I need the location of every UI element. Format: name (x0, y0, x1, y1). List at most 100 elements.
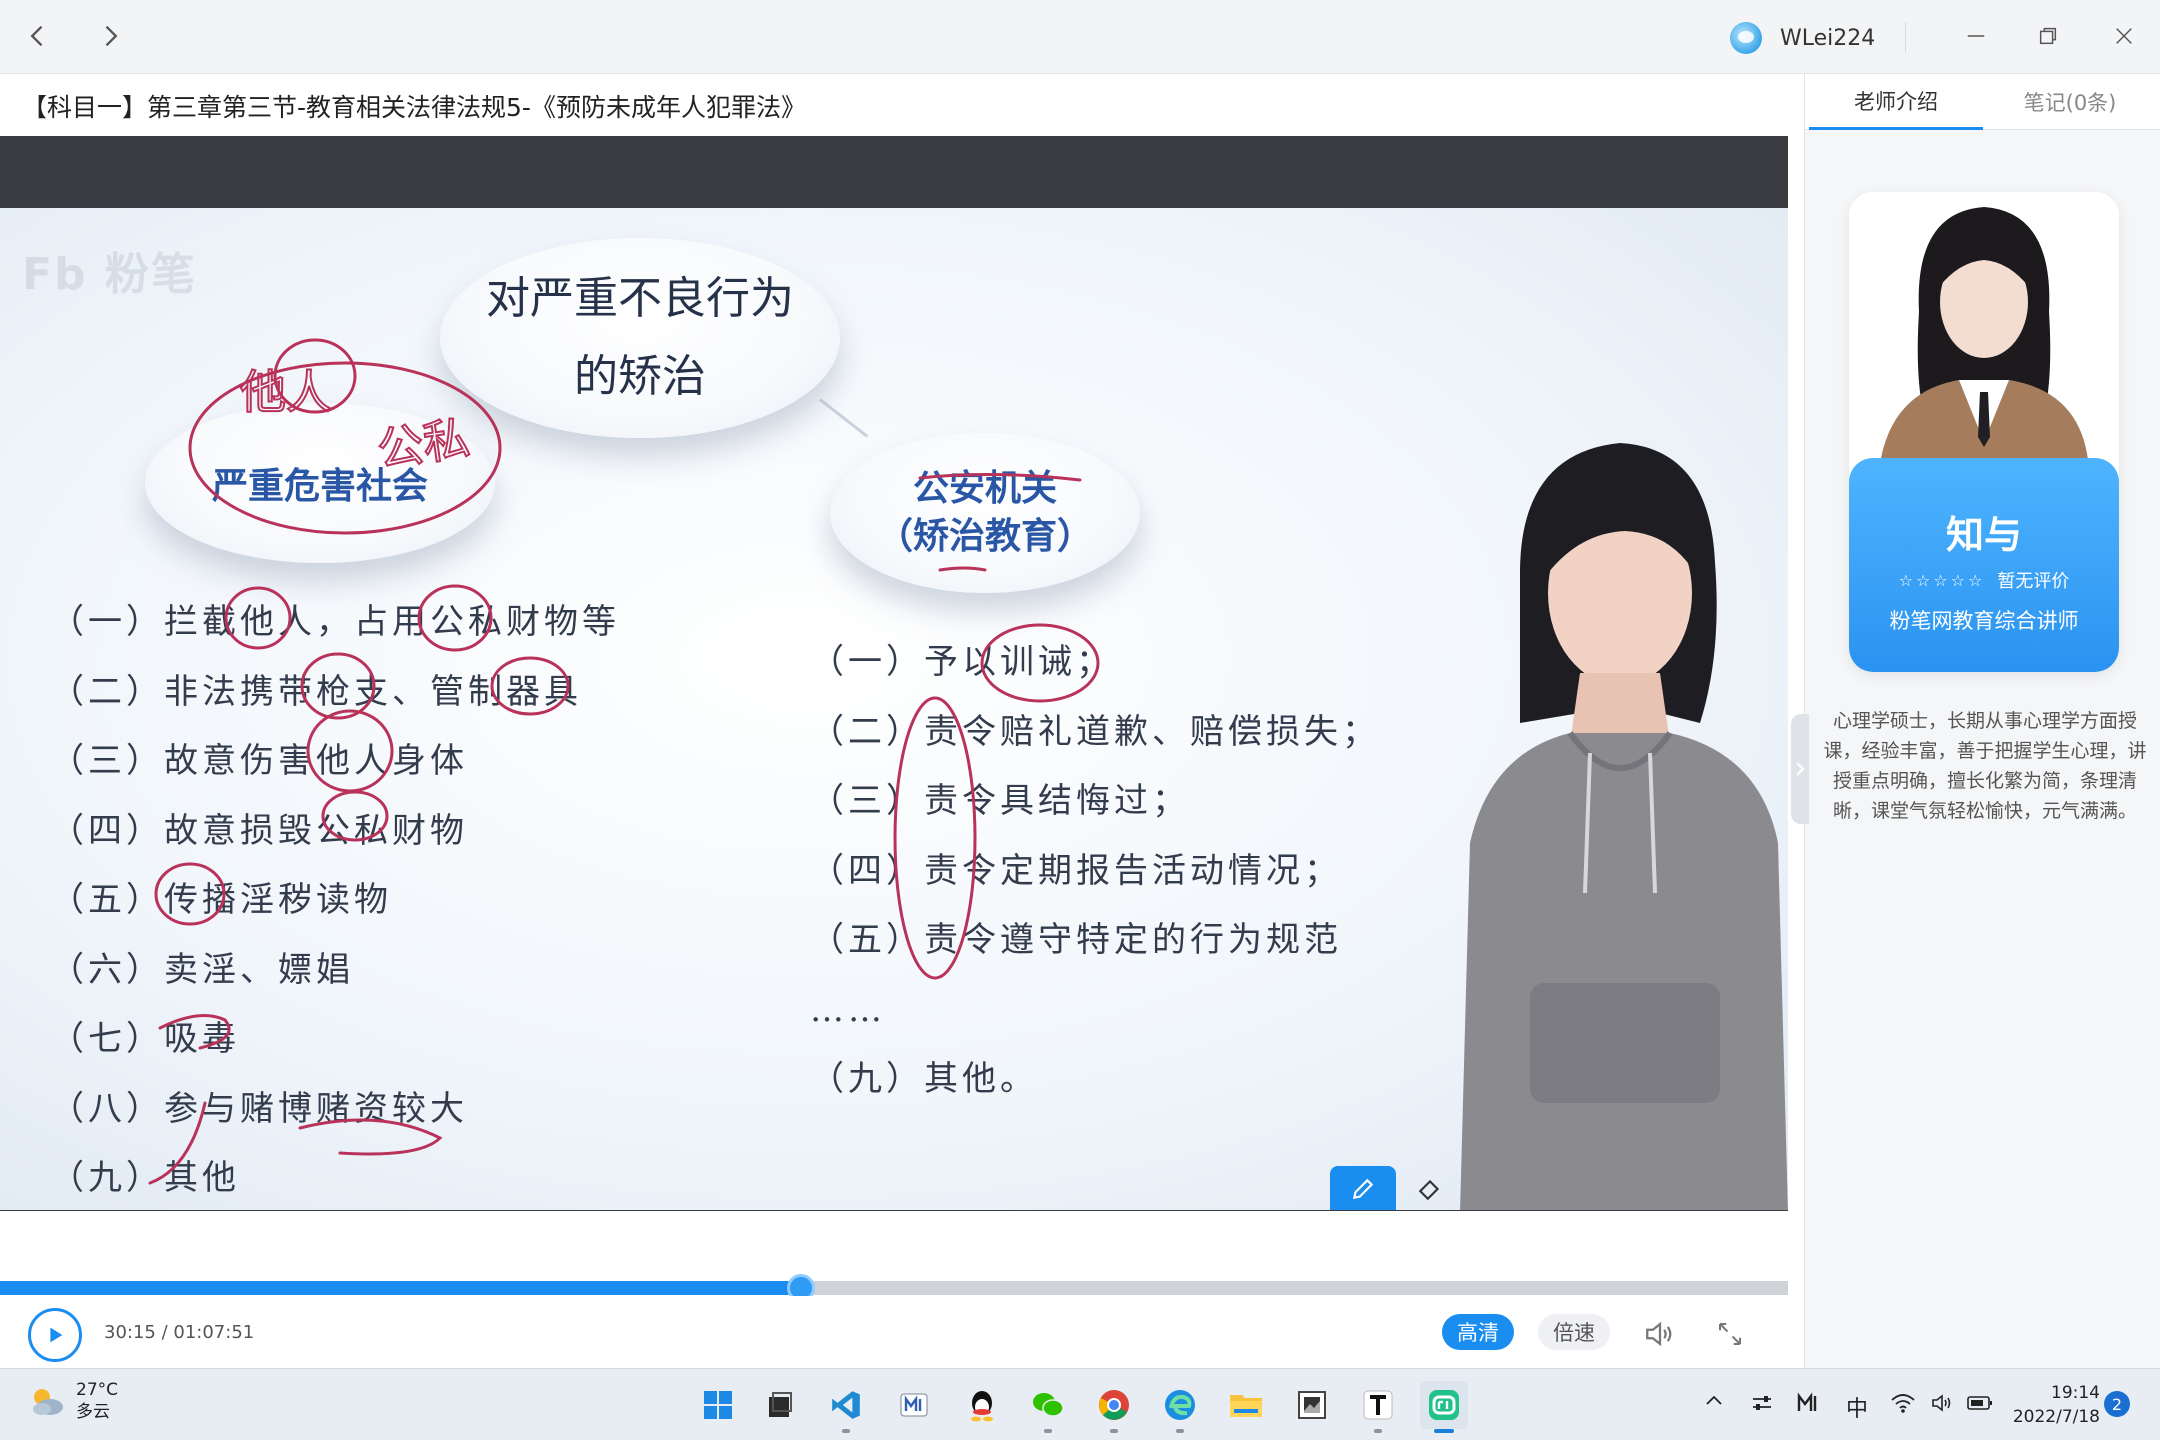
chrome-icon (1099, 1390, 1129, 1420)
minimize-button[interactable] (1954, 16, 1998, 56)
mail-app-icon (900, 1393, 928, 1417)
system-clock[interactable]: 19:14 2022/7/18 (2010, 1381, 2100, 1429)
start-button[interactable] (694, 1381, 742, 1429)
pencil-icon (1352, 1178, 1374, 1200)
annotation-circle (273, 338, 357, 414)
tab-teacher[interactable]: 老师介绍 (1809, 74, 1983, 130)
teacher-card: 知与 ☆☆☆☆☆ 暂无评价 粉笔网教育综合讲师 (1849, 192, 2119, 672)
main-topic-bubble: 对严重不良行为 的矫治 (440, 238, 840, 438)
speed-button[interactable]: 倍速 (1538, 1314, 1610, 1350)
restore-button[interactable] (2026, 16, 2070, 56)
right-topic-line2: （矫治教育） (876, 516, 1093, 557)
windows-icon (704, 1391, 732, 1419)
taskbar-wechat[interactable] (1024, 1381, 1072, 1433)
teacher-info: 知与 ☆☆☆☆☆ 暂无评价 粉笔网教育综合讲师 (1849, 458, 2119, 672)
user-account[interactable]: WLei224 (1730, 18, 1875, 58)
lecture-slide: Fb 粉笔 对严重不良行为 的矫治 严重危害社会 公安机关 （矫治教育） （一）… (0, 208, 1788, 1210)
clock-date: 2022/7/18 (2012, 1407, 2100, 1427)
course-title: 【科目一】第三章第三节-教育相关法律法规5-《预防未成年人犯罪法》 (22, 93, 806, 122)
taskbar-qq[interactable] (958, 1381, 1006, 1429)
edge-icon (1165, 1390, 1195, 1420)
panel-tabs: 老师介绍 笔记(0条) (1805, 74, 2160, 130)
main-topic-line1: 对严重不良行为 (486, 273, 794, 324)
behavior-list: （一）拦截他人，占用公私财物等 （二）非法携带枪支、管制器具 （三）故意伤害他人… (50, 588, 620, 1210)
taskbar-photo-app[interactable] (1288, 1381, 1336, 1429)
list-item: （五）责令遵守特定的行为规范 (810, 920, 1342, 960)
play-icon (50, 1327, 63, 1343)
temperature: 27°C (76, 1380, 119, 1400)
total-time: 01:07:51 (173, 1322, 255, 1343)
tray-app-1[interactable] (1750, 1391, 1774, 1421)
taskbar-file-explorer[interactable] (1222, 1381, 1270, 1429)
taskbar-mail[interactable] (890, 1381, 938, 1429)
running-indicator (1176, 1429, 1184, 1433)
mail-app-icon (1797, 1392, 1817, 1411)
collapse-panel-button[interactable] (1791, 714, 1809, 824)
minimize-icon (1967, 35, 1985, 37)
list-item: （二）责令赔礼道歉、赔偿损失； (810, 711, 1380, 752)
quality-button[interactable]: 高清 (1442, 1314, 1514, 1350)
divider (1905, 22, 1906, 52)
player-controls: 30:15 / 01:07:51 高清 倍速 (0, 1296, 1804, 1368)
teacher-name: 知与 (1945, 513, 2022, 557)
text-editor-icon (1363, 1390, 1393, 1420)
partly-cloudy-icon (33, 1389, 63, 1415)
taskbar-chrome[interactable] (1090, 1381, 1138, 1433)
watermark-logo: Fb 粉笔 (22, 249, 197, 300)
eraser-tool-button[interactable] (1400, 1166, 1460, 1210)
taskbar-vscode[interactable] (822, 1381, 870, 1433)
measure-list: （一）予以训诫； （二）责令赔礼道歉、赔偿损失； （三）责令具结悔过； （四）责… (810, 628, 1380, 1115)
list-item: （二）非法携带枪支、管制器具 (50, 671, 582, 712)
play-button[interactable] (28, 1308, 82, 1362)
vscode-icon (832, 1391, 860, 1419)
list-item: （三）故意伤害他人身体 (50, 741, 468, 781)
taskbar-fenbi[interactable] (1420, 1381, 1468, 1433)
forward-button[interactable] (88, 14, 132, 58)
battery-icon (1967, 1396, 1992, 1410)
video-player[interactable]: Fb 粉笔 对严重不良行为 的矫治 严重危害社会 公安机关 （矫治教育） （一）… (0, 136, 1788, 1211)
tray-mail[interactable] (1796, 1391, 1820, 1421)
pen-tool-button[interactable] (1330, 1166, 1396, 1210)
fenbi-app-icon (1429, 1390, 1459, 1420)
list-item: （五）传播淫秽读物 (50, 880, 392, 920)
weather-widget[interactable]: 27°C 多云 (28, 1379, 118, 1423)
right-topic-line1: 公安机关 (912, 468, 1057, 509)
close-button[interactable] (2102, 16, 2146, 56)
time-display: 30:15 / 01:07:51 (104, 1322, 254, 1343)
taskbar-typora[interactable] (1354, 1381, 1402, 1433)
chevron-left-icon (30, 25, 43, 47)
running-indicator (1044, 1429, 1052, 1433)
teacher-bio: 心理学硕士，长期从事心理学方面授课，经验丰富，善于把握学生心理，讲授重点明确，擅… (1823, 710, 2147, 822)
close-icon (2116, 28, 2132, 44)
wifi-icon (1891, 1394, 1915, 1413)
running-indicator (1374, 1429, 1382, 1433)
rating-text: 暂无评价 (1997, 571, 2070, 592)
list-item: （九）其他。 (810, 1059, 1038, 1099)
show-hidden-icons-button[interactable] (1704, 1391, 1724, 1417)
fullscreen-button[interactable] (1710, 1314, 1750, 1354)
expand-icon (1719, 1323, 1741, 1345)
volume-tray-button[interactable] (1930, 1391, 1956, 1421)
taskbar-task-view[interactable] (756, 1381, 804, 1429)
progress-bar[interactable] (0, 1274, 1788, 1302)
active-indicator (1434, 1429, 1454, 1433)
input-method[interactable]: 中 (1846, 1391, 1868, 1423)
chevron-right-icon (105, 25, 118, 47)
battery-button[interactable] (1966, 1391, 1994, 1421)
running-indicator (842, 1429, 850, 1433)
tab-notes[interactable]: 笔记(0条) (1983, 74, 2157, 130)
list-item: （七）吸毒 (50, 1019, 240, 1059)
volume-button[interactable] (1640, 1314, 1680, 1354)
right-topic-bubble: 公安机关 （矫治教育） (830, 433, 1140, 593)
current-time: 30:15 (104, 1322, 156, 1343)
list-item: （三）责令具结悔过； (810, 781, 1190, 821)
wifi-button[interactable] (1890, 1391, 1916, 1421)
teacher-photo (1849, 192, 2119, 470)
taskbar-edge[interactable] (1156, 1381, 1204, 1433)
rating-stars: ☆☆☆☆☆ (1898, 570, 1986, 590)
chevron-up-icon (1706, 1395, 1722, 1405)
back-button[interactable] (16, 14, 60, 58)
notification-badge[interactable]: 2 (2104, 1391, 2130, 1417)
running-indicator (1110, 1429, 1118, 1433)
task-view-icon (769, 1392, 792, 1417)
